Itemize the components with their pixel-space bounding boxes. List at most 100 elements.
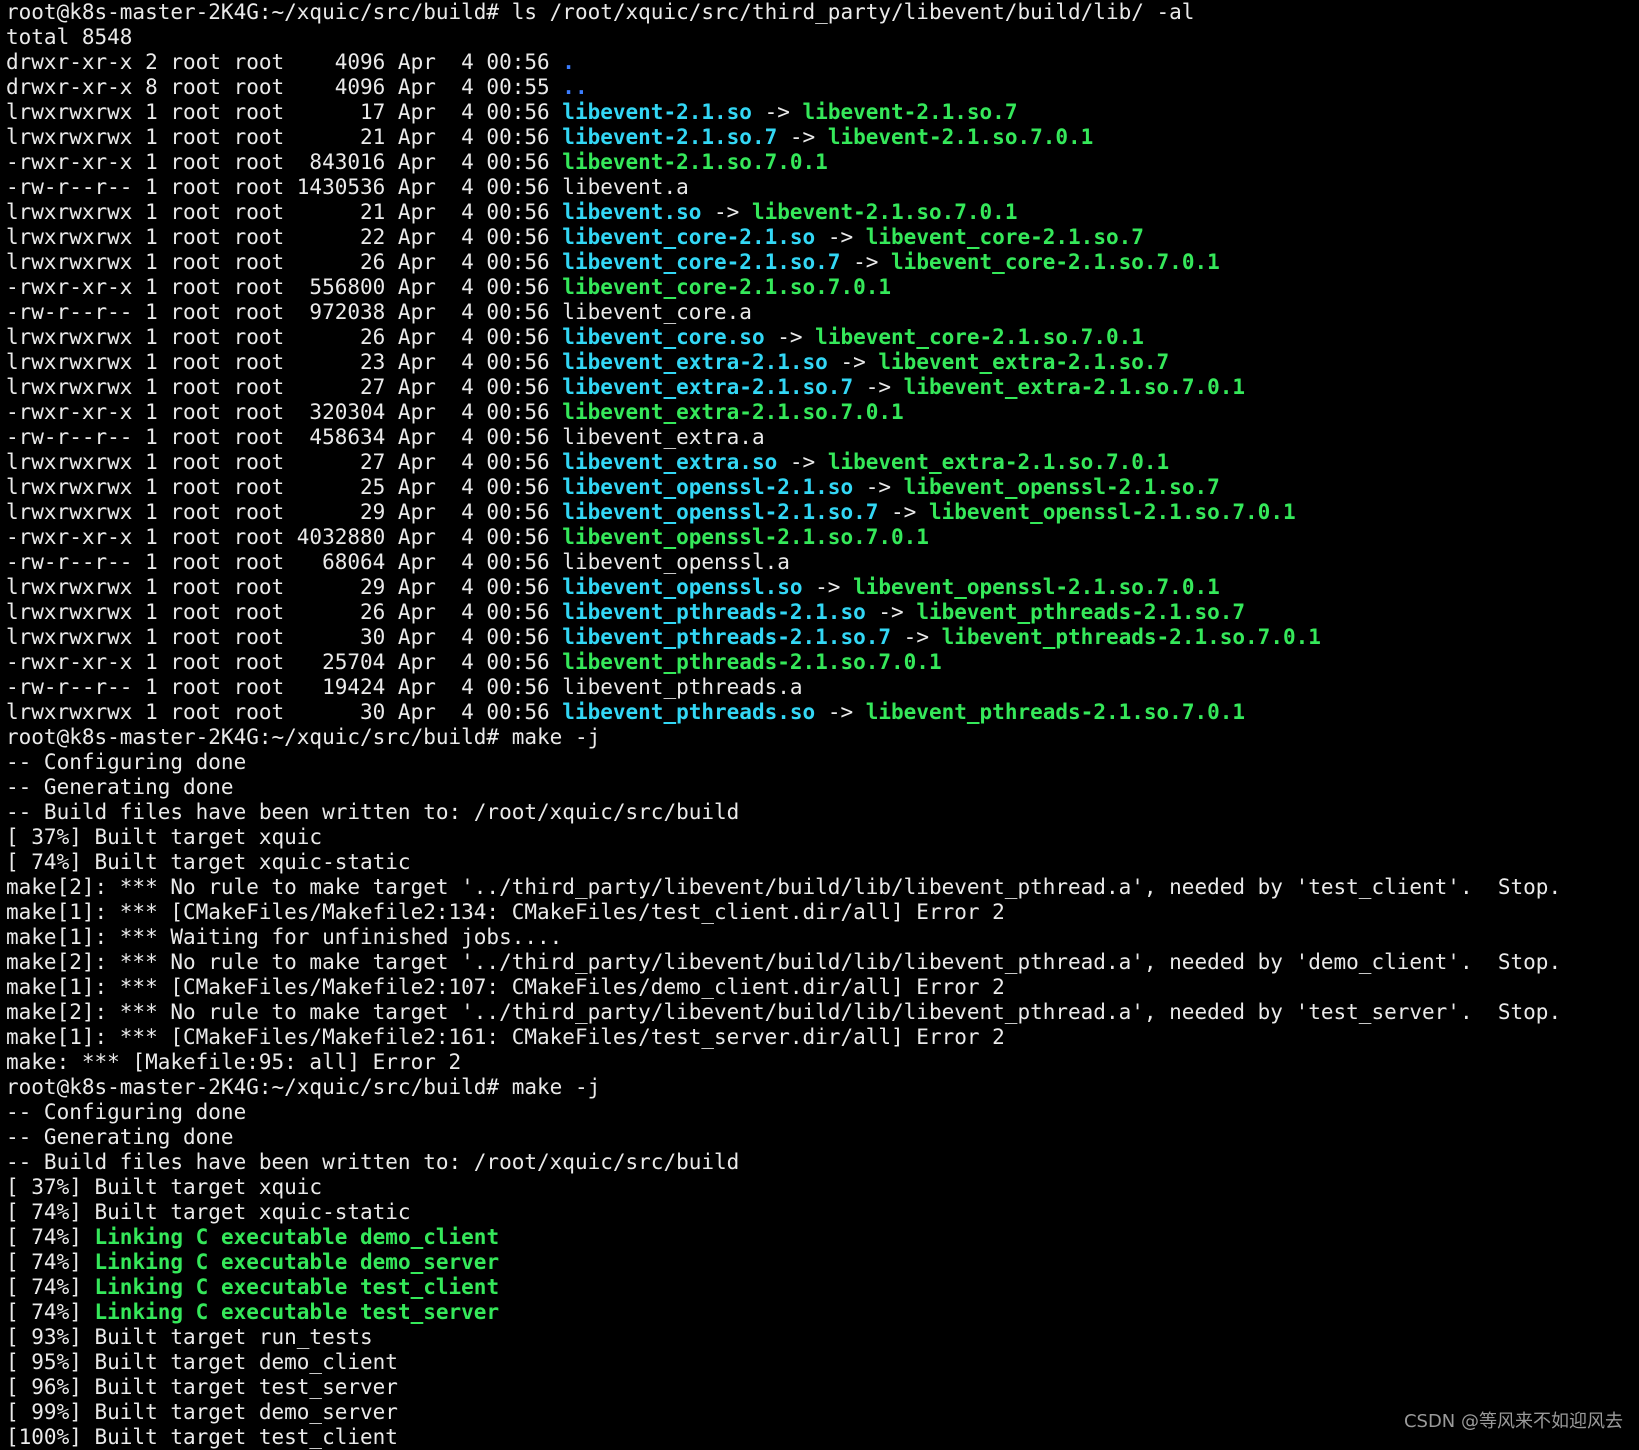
symlink-target: libevent_extra-2.1.so.7.0.1 (903, 375, 1246, 399)
executable-name: libevent_extra-2.1.so.7.0.1 (562, 400, 904, 424)
terminal-text: -rwxr-xr-x 1 root root 4032880 Apr 4 00:… (6, 525, 563, 549)
terminal-text: [ 93%] Built target run_tests (6, 1325, 373, 1349)
symlink-target: libevent_openssl-2.1.so.7.0.1 (853, 575, 1220, 599)
symlink-target: libevent_pthreads-2.1.so.7 (916, 600, 1246, 624)
terminal-text: lrwxrwxrwx 1 root root 17 Apr 4 00:56 (6, 100, 563, 124)
symlink-target: libevent_core-2.1.so.7.0.1 (815, 325, 1144, 349)
terminal-line: [ 95%] Built target demo_client (6, 1350, 1639, 1375)
terminal-line: lrwxrwxrwx 1 root root 29 Apr 4 00:56 li… (6, 500, 1639, 525)
terminal-line: -rw-r--r-- 1 root root 972038 Apr 4 00:5… (6, 300, 1639, 325)
terminal-line: lrwxrwxrwx 1 root root 25 Apr 4 00:56 li… (6, 475, 1639, 500)
terminal-line: lrwxrwxrwx 1 root root 21 Apr 4 00:56 li… (6, 125, 1639, 150)
terminal-line: [ 93%] Built target run_tests (6, 1325, 1639, 1350)
terminal-text: -- Generating done (6, 775, 234, 799)
terminal-text: lrwxrwxrwx 1 root root 26 Apr 4 00:56 (6, 325, 563, 349)
executable-name: libevent_core-2.1.so.7.0.1 (562, 275, 892, 299)
symlink-name: libevent_pthreads.so (562, 700, 816, 724)
terminal-line: -rw-r--r-- 1 root root 458634 Apr 4 00:5… (6, 425, 1639, 450)
terminal-text: lrwxrwxrwx 1 root root 30 Apr 4 00:56 (6, 700, 563, 724)
symlink-target: libevent-2.1.so.7.0.1 (751, 200, 1018, 224)
terminal-line: lrwxrwxrwx 1 root root 27 Apr 4 00:56 li… (6, 375, 1639, 400)
terminal-text: -rw-r--r-- 1 root root 19424 Apr 4 00:56… (6, 675, 803, 699)
terminal-line: lrwxrwxrwx 1 root root 23 Apr 4 00:56 li… (6, 350, 1639, 375)
terminal-text: [ 95%] Built target demo_client (6, 1350, 398, 1374)
terminal-text: make[1]: *** [CMakeFiles/Makefile2:107: … (6, 975, 1005, 999)
terminal-text: total 8548 (6, 25, 133, 49)
terminal-text: make[1]: *** [CMakeFiles/Makefile2:134: … (6, 900, 1005, 924)
terminal-text: root@k8s-master-2K4G:~/xquic/src/build# … (6, 0, 1195, 24)
terminal-line: [100%] Built target test_client (6, 1425, 1639, 1450)
build-linking-text: Linking C executable demo_server (94, 1250, 500, 1274)
terminal-text: drwxr-xr-x 8 root root 4096 Apr 4 00:55 (6, 75, 563, 99)
terminal-text: make[2]: *** No rule to make target '../… (6, 950, 1562, 974)
terminal-line: [ 74%] Built target xquic-static (6, 1200, 1639, 1225)
terminal-line: -- Generating done (6, 1125, 1639, 1150)
terminal-text: -- Build files have been written to: /ro… (6, 1150, 740, 1174)
terminal-line: [ 74%] Built target xquic-static (6, 850, 1639, 875)
terminal-text: lrwxrwxrwx 1 root root 29 Apr 4 00:56 (6, 500, 563, 524)
terminal-text: lrwxrwxrwx 1 root root 27 Apr 4 00:56 (6, 375, 563, 399)
terminal-line: -rwxr-xr-x 1 root root 556800 Apr 4 00:5… (6, 275, 1639, 300)
terminal-text: -> (891, 625, 942, 649)
terminal-text: lrwxrwxrwx 1 root root 29 Apr 4 00:56 (6, 575, 563, 599)
executable-name: libevent-2.1.so.7.0.1 (562, 150, 828, 174)
terminal-text: drwxr-xr-x 2 root root 4096 Apr 4 00:56 (6, 50, 563, 74)
terminal-output: root@k8s-master-2K4G:~/xquic/src/build# … (6, 0, 1639, 1450)
symlink-name: libevent_openssl.so (562, 575, 803, 599)
terminal-line: [ 74%] Linking C executable test_server (6, 1300, 1639, 1325)
symlink-name: libevent_extra-2.1.so.7 (562, 375, 854, 399)
terminal-line: [ 96%] Built target test_server (6, 1375, 1639, 1400)
terminal-line: -rw-r--r-- 1 root root 68064 Apr 4 00:56… (6, 550, 1639, 575)
symlink-target: libevent_pthreads-2.1.so.7.0.1 (865, 700, 1246, 724)
symlink-target: libevent_extra-2.1.so.7.0.1 (827, 450, 1170, 474)
terminal-text: [ 74%] Built target xquic-static (6, 850, 411, 874)
terminal-text: -> (878, 500, 929, 524)
symlink-name: libevent_core.so (562, 325, 765, 349)
terminal-text: -> (853, 375, 904, 399)
build-linking-text: Linking C executable test_server (94, 1300, 500, 1324)
terminal-line: -rwxr-xr-x 1 root root 25704 Apr 4 00:56… (6, 650, 1639, 675)
terminal-text: -> (840, 250, 892, 274)
terminal-text: [ 74%] Built target xquic-static (6, 1200, 411, 1224)
terminal-line: make[1]: *** [CMakeFiles/Makefile2:107: … (6, 975, 1639, 1000)
terminal-text: lrwxrwxrwx 1 root root 26 Apr 4 00:56 (6, 600, 563, 624)
terminal-line: make[1]: *** [CMakeFiles/Makefile2:134: … (6, 900, 1639, 925)
terminal-text: -> (815, 700, 866, 724)
terminal-line: [ 99%] Built target demo_server (6, 1400, 1639, 1425)
terminal-line: -rwxr-xr-x 1 root root 320304 Apr 4 00:5… (6, 400, 1639, 425)
terminal-text: [ 74%] (6, 1250, 95, 1274)
terminal-window[interactable]: root@k8s-master-2K4G:~/xquic/src/build# … (0, 0, 1639, 1450)
terminal-text: [100%] Built target test_client (6, 1425, 398, 1449)
terminal-text: -> (777, 125, 828, 149)
symlink-name: libevent-2.1.so.7 (562, 125, 778, 149)
terminal-line: -rw-r--r-- 1 root root 19424 Apr 4 00:56… (6, 675, 1639, 700)
symlink-name: libevent_extra-2.1.so (562, 350, 828, 374)
terminal-text: -> (865, 600, 917, 624)
terminal-text: make: *** [Makefile:95: all] Error 2 (6, 1050, 462, 1074)
terminal-text: -rwxr-xr-x 1 root root 556800 Apr 4 00:5… (6, 275, 563, 299)
terminal-line: lrwxrwxrwx 1 root root 21 Apr 4 00:56 li… (6, 200, 1639, 225)
symlink-name: libevent_core-2.1.so (562, 225, 816, 249)
symlink-name: libevent_pthreads-2.1.so (562, 600, 866, 624)
terminal-text: root@k8s-master-2K4G:~/xquic/src/build# … (6, 1075, 601, 1099)
terminal-text: [ 74%] (6, 1275, 95, 1299)
symlink-target: libevent_openssl-2.1.so.7.0.1 (928, 500, 1296, 524)
terminal-text: -rwxr-xr-x 1 root root 25704 Apr 4 00:56 (6, 650, 563, 674)
terminal-line: -- Build files have been written to: /ro… (6, 800, 1639, 825)
terminal-text: -> (751, 100, 803, 124)
terminal-text: lrwxrwxrwx 1 root root 26 Apr 4 00:56 (6, 250, 563, 274)
symlink-target: libevent_openssl-2.1.so.7 (903, 475, 1220, 499)
terminal-text: make[2]: *** No rule to make target '../… (6, 875, 1562, 899)
symlink-target: libevent_pthreads-2.1.so.7.0.1 (941, 625, 1321, 649)
terminal-line: root@k8s-master-2K4G:~/xquic/src/build# … (6, 0, 1639, 25)
terminal-text: -> (815, 225, 866, 249)
terminal-text: -> (764, 325, 816, 349)
terminal-line: lrwxrwxrwx 1 root root 17 Apr 4 00:56 li… (6, 100, 1639, 125)
symlink-name: libevent_pthreads-2.1.so.7 (562, 625, 892, 649)
csdn-watermark: CSDN @等风来不如迎风去 (1403, 1411, 1623, 1432)
terminal-line: -- Configuring done (6, 750, 1639, 775)
terminal-line: make[1]: *** Waiting for unfinished jobs… (6, 925, 1639, 950)
terminal-text: lrwxrwxrwx 1 root root 22 Apr 4 00:56 (6, 225, 563, 249)
build-linking-text: Linking C executable test_client (94, 1275, 500, 1299)
terminal-text: -> (827, 350, 879, 374)
